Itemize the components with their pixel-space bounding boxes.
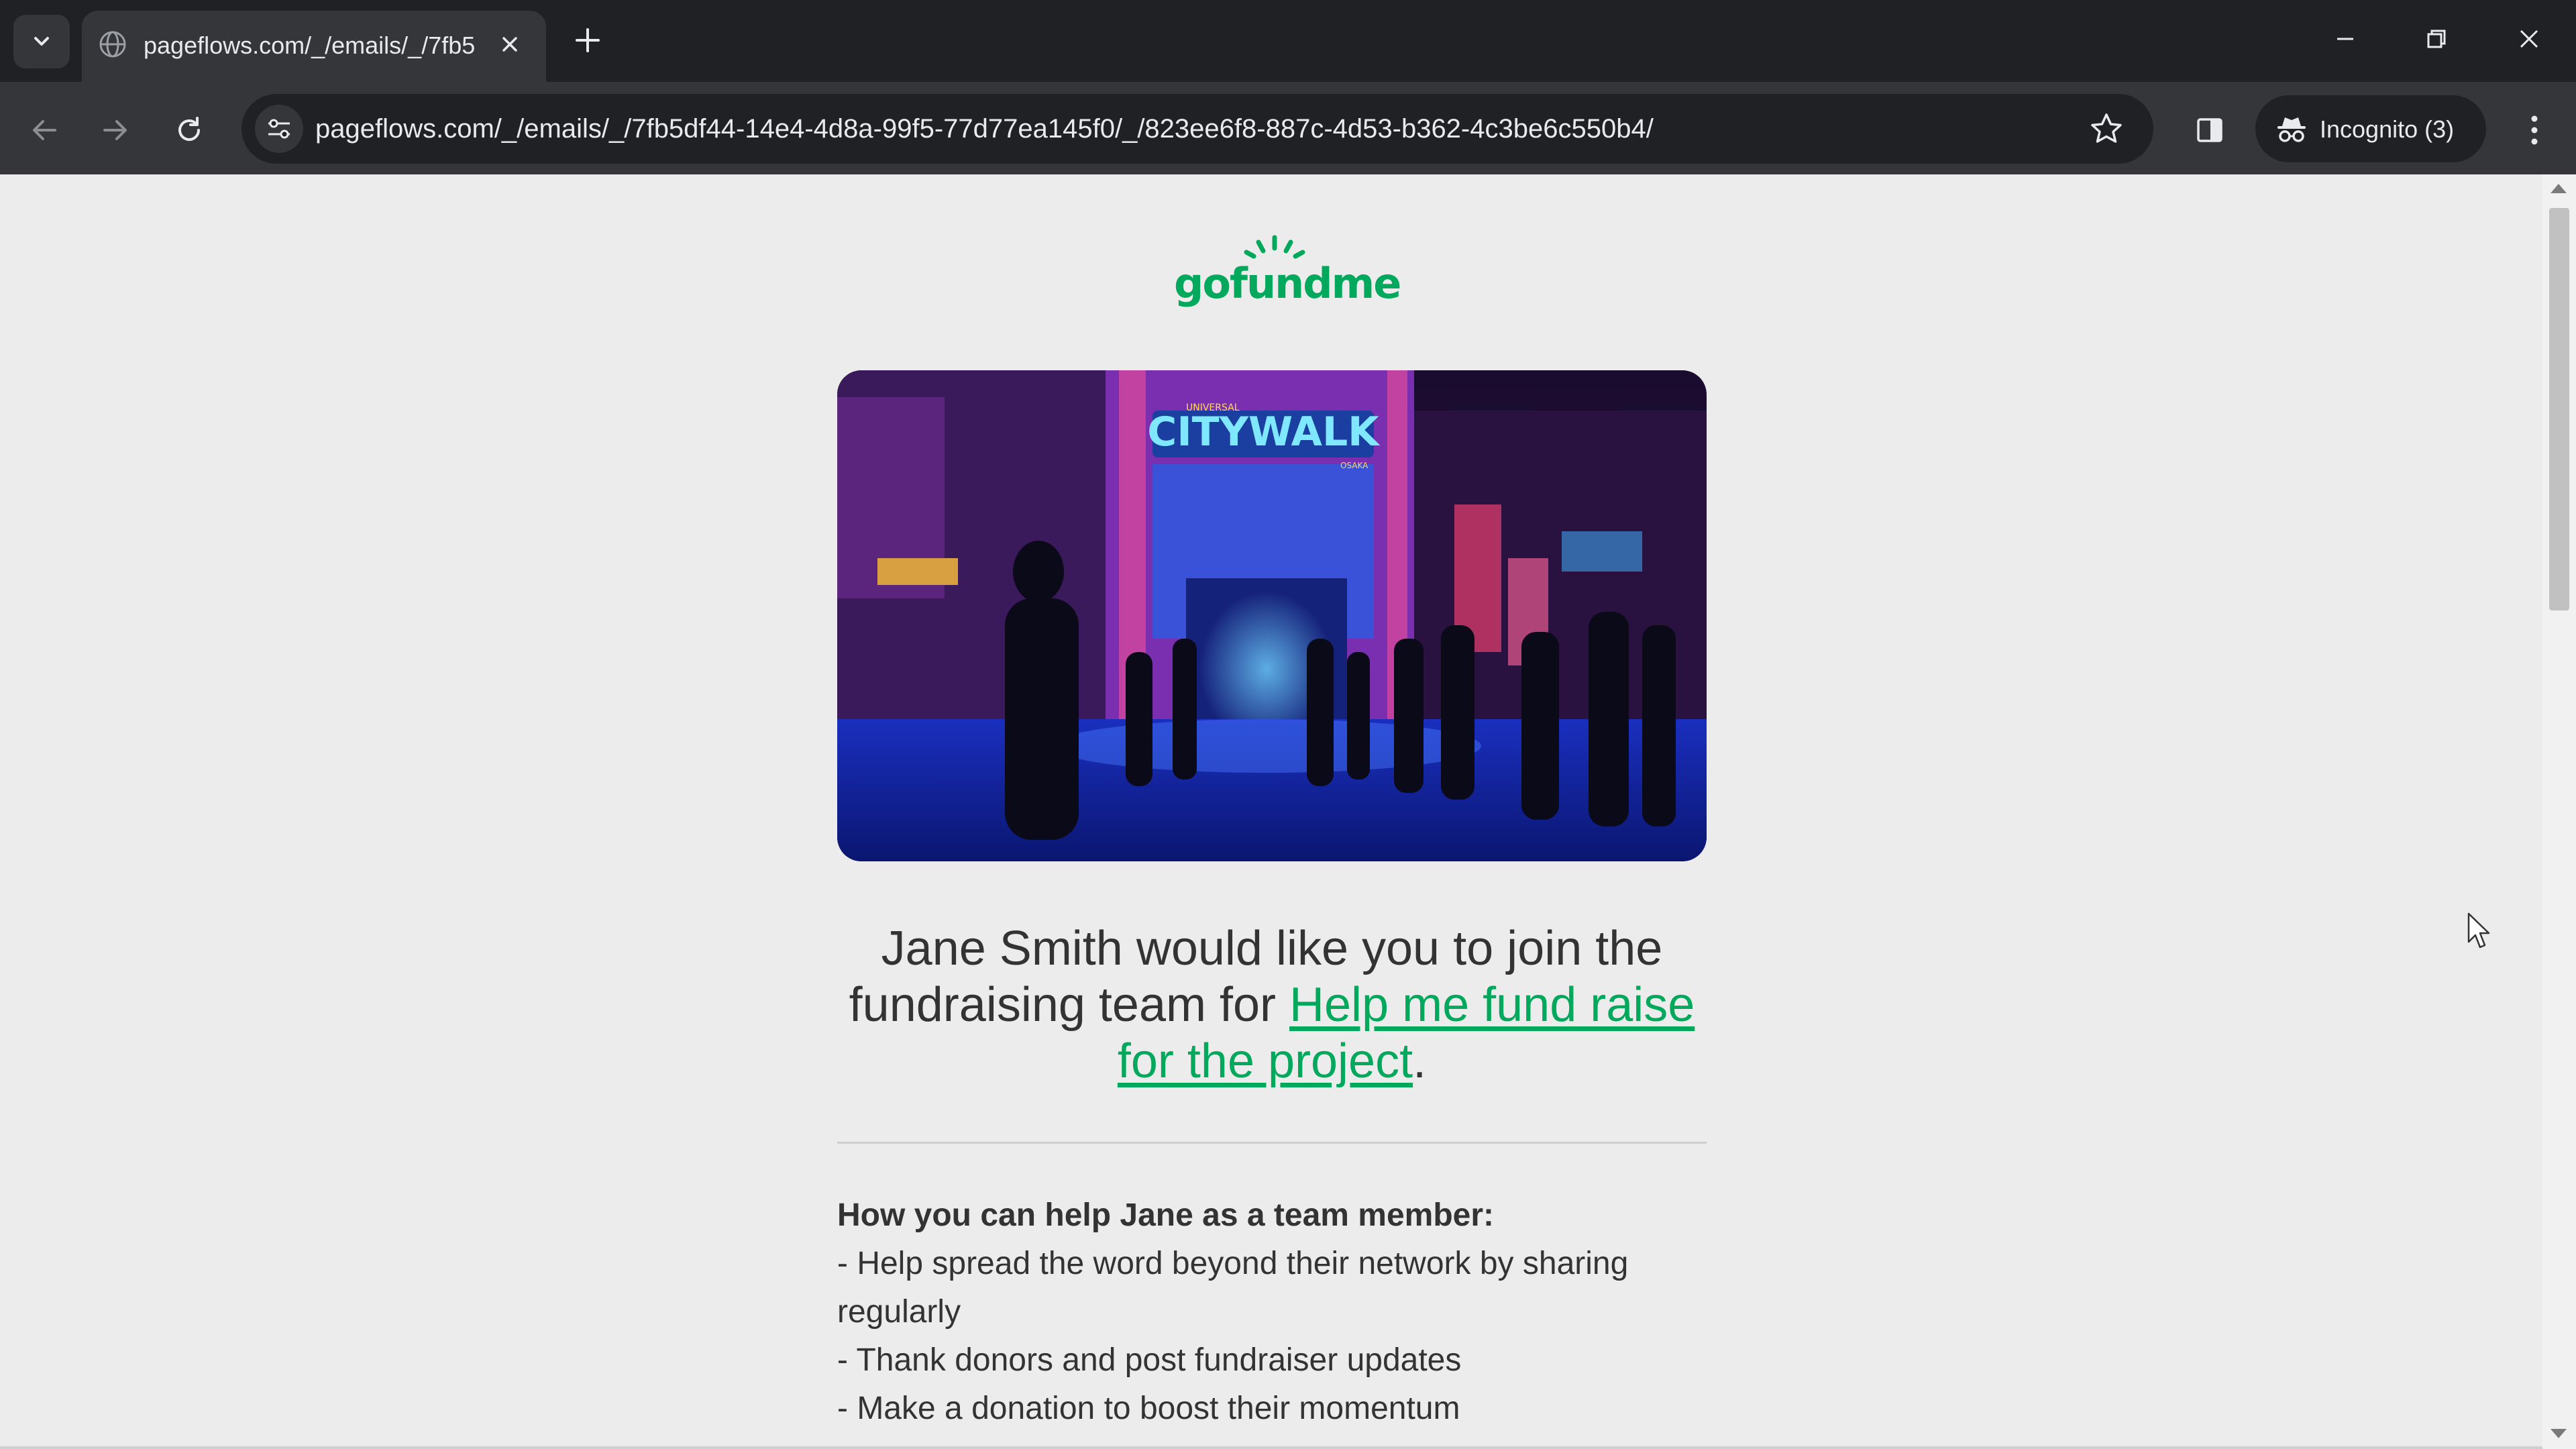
headline-period: .: [1413, 1034, 1427, 1088]
sun-rays-icon: [1244, 235, 1305, 259]
more-vert-icon: [2531, 115, 2538, 145]
help-item-thank-donors: - Thank donors and post fundraiser updat…: [837, 1342, 1462, 1378]
chevron-down-icon: [34, 37, 49, 46]
browser-tab-active[interactable]: pageflows.com/_/emails/_/7fb5: [82, 11, 546, 82]
hero-image: CITYWALK UNIVERSAL OSAKA: [837, 370, 1707, 861]
browser-toolbar: pageflows.com/_/emails/_/7fb5df44-14e4-4…: [0, 82, 2576, 174]
tab-title: pageflows.com/_/emails/_/7fb5: [144, 32, 476, 59]
tab-search-button[interactable]: [13, 15, 70, 68]
help-heading: How you can help Jane as a team member:: [837, 1197, 1495, 1233]
citywalk-sign: CITYWALK: [1147, 409, 1381, 455]
arrow-left-icon: [33, 120, 56, 140]
reload-button[interactable]: [164, 105, 215, 156]
side-panel-button[interactable]: [2184, 105, 2235, 156]
arrow-right-icon: [103, 120, 127, 140]
team-member-help-section: How you can help Jane as a team member: …: [837, 1191, 1707, 1433]
bottom-edge: [0, 1446, 2542, 1449]
restore-icon: [2427, 30, 2446, 48]
url-text[interactable]: pageflows.com/_/emails/_/7fb5df44-14e4-4…: [315, 111, 2033, 146]
incognito-icon: [2277, 117, 2306, 142]
forward-button[interactable]: [90, 105, 141, 156]
close-window-button[interactable]: [2502, 17, 2556, 60]
section-divider: [837, 1142, 1707, 1144]
invite-headline: Jane Smith would like you to join the fu…: [837, 920, 1707, 1089]
gofundme-logo[interactable]: gofundme: [1174, 235, 1401, 315]
globe-icon: [99, 31, 126, 58]
bookmark-button[interactable]: [2086, 109, 2127, 149]
tab-close-button[interactable]: [492, 27, 527, 62]
scroll-down-icon[interactable]: [2551, 1429, 2567, 1438]
browser-menu-button[interactable]: [2509, 105, 2560, 156]
browser-title-bar: pageflows.com/_/emails/_/7fb5: [0, 0, 2576, 82]
restore-window-button[interactable]: [2410, 17, 2463, 60]
email-viewport[interactable]: gofundme CITYWALK UNIVERSAL OSAKA Jane S…: [0, 174, 2542, 1449]
close-icon: [502, 37, 517, 52]
logo-wordmark: gofundme: [1174, 259, 1401, 308]
back-button[interactable]: [19, 105, 70, 156]
star-icon: [2091, 113, 2122, 143]
citywalk-sign-top: UNIVERSAL: [1186, 402, 1240, 413]
minimize-window-button[interactable]: [2318, 17, 2372, 60]
minimize-icon: [2337, 38, 2353, 40]
plus-icon: [576, 28, 600, 52]
new-tab-button[interactable]: [568, 20, 608, 60]
citywalk-night-photo: CITYWALK UNIVERSAL OSAKA: [837, 370, 1707, 861]
close-icon: [2520, 30, 2538, 48]
reload-icon: [178, 117, 200, 141]
site-info-button[interactable]: [255, 105, 303, 153]
citywalk-sign-side: OSAKA: [1340, 461, 1368, 470]
mouse-cursor-icon: [2467, 912, 2490, 949]
scroll-thumb[interactable]: [2549, 208, 2569, 610]
help-item-donate: - Make a donation to boost their momentu…: [837, 1391, 1460, 1426]
address-bar[interactable]: pageflows.com/_/emails/_/7fb5df44-14e4-4…: [241, 94, 2153, 164]
help-item-share: - Help spread the word beyond their netw…: [837, 1246, 1629, 1330]
incognito-profile-button[interactable]: Incognito (3): [2255, 95, 2486, 162]
incognito-label: Incognito (3): [2320, 115, 2455, 143]
vertical-scrollbar[interactable]: [2542, 174, 2576, 1449]
tune-icon: [268, 119, 290, 139]
side-panel-icon: [2197, 118, 2222, 142]
scroll-up-icon[interactable]: [2551, 184, 2567, 193]
